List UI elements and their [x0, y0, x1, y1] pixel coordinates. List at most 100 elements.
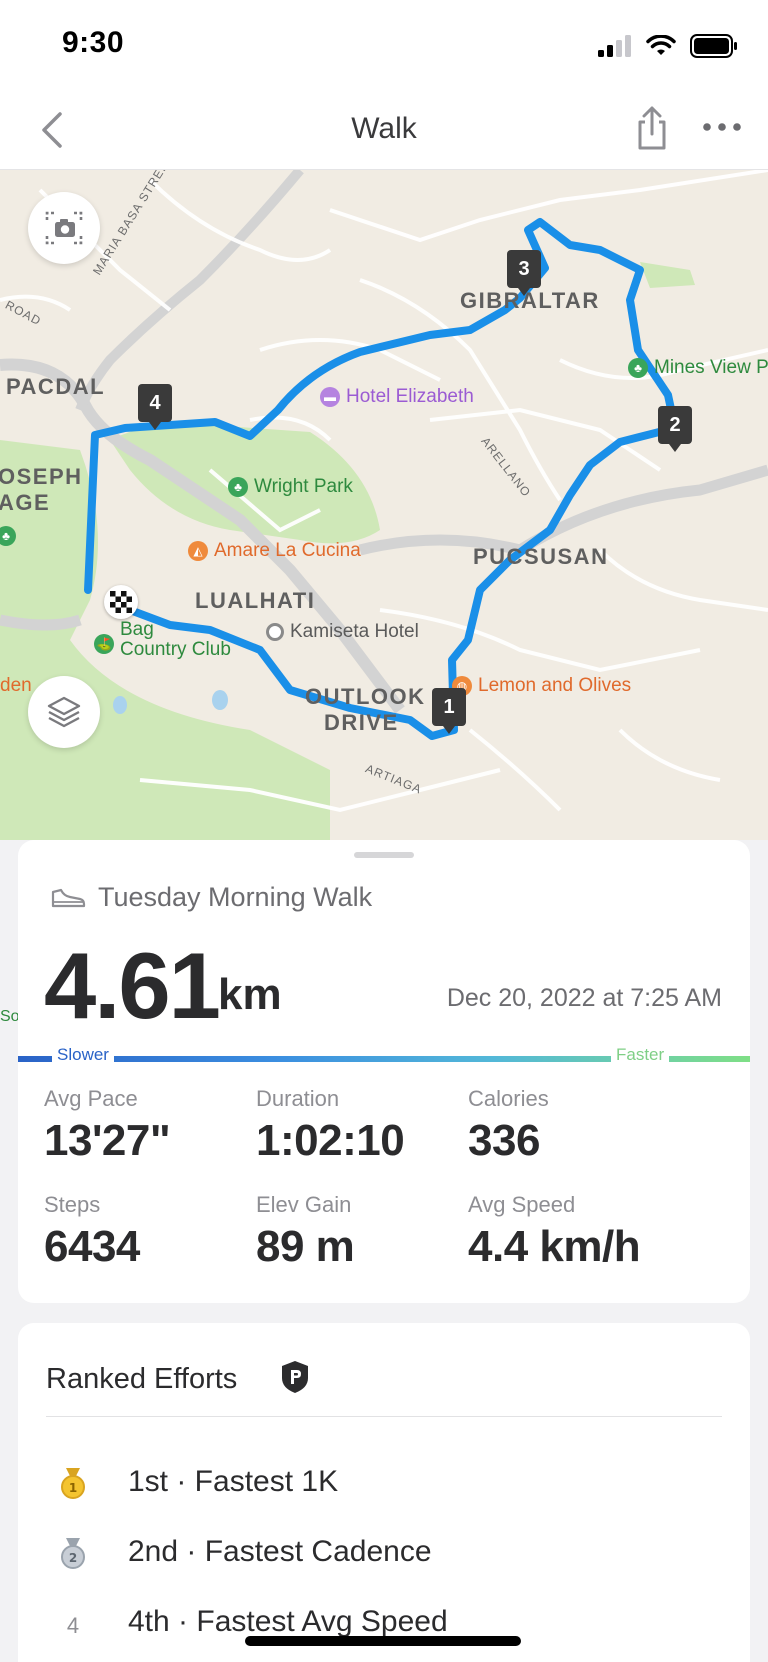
poi-partial-left: ♣	[0, 526, 16, 546]
ranked-efforts-card[interactable]: Ranked Efforts 1 1st · Fastest 1K 2 2nd …	[18, 1323, 750, 1662]
status-time: 9:30	[62, 26, 125, 59]
stat-label: Steps	[44, 1192, 101, 1217]
activity-header: Tuesday Morning Walk	[50, 882, 372, 913]
golf-icon: ⛳	[94, 634, 114, 654]
split-marker-3[interactable]: 3	[507, 250, 541, 296]
area-label-pucsusan: PUCSUSAN	[473, 544, 609, 569]
poi-baguio-country-club[interactable]: ⛳ Bag Country Club	[94, 620, 231, 660]
poi-label: Bag Country Club	[120, 619, 231, 660]
shoe-icon	[51, 888, 86, 907]
stat-calories: Calories 336	[468, 1086, 678, 1166]
map-layers-button[interactable]	[28, 676, 100, 748]
poi-partial-den: den	[0, 675, 32, 696]
poi-label: Lemon and Olives	[478, 675, 632, 696]
stat-label: Calories	[468, 1086, 549, 1111]
area-label-lualhati: LUALHATI	[195, 588, 316, 613]
poi-hotel-elizabeth[interactable]: ▬ Hotel Elizabeth	[320, 386, 474, 408]
poi-amare-la-cucina[interactable]: ◭ Amare La Cucina	[188, 540, 361, 562]
pond-2	[212, 690, 228, 710]
silver-medal-icon: 2	[56, 1537, 90, 1571]
effort-text: 4th · Fastest Avg Speed	[128, 1605, 448, 1638]
share-button[interactable]	[632, 104, 672, 152]
screenshot-button[interactable]	[28, 192, 100, 264]
poi-label: Hotel Elizabeth	[346, 386, 474, 407]
effort-row-2[interactable]: 2 2nd · Fastest Cadence	[18, 1521, 750, 1581]
pace-faster-label: Faster	[611, 1045, 670, 1065]
ranked-efforts-title: Ranked Efforts	[46, 1363, 238, 1395]
map-background	[0, 170, 768, 840]
pizza-icon: ◭	[188, 541, 208, 561]
svg-text:2: 2	[69, 1551, 77, 1565]
effort-row-1[interactable]: 1 1st · Fastest 1K	[18, 1451, 750, 1511]
cellular-signal-icon	[598, 35, 631, 57]
pond-1	[113, 696, 127, 714]
stat-value: 4.4 km/h	[468, 1222, 641, 1271]
wifi-icon	[646, 35, 676, 55]
stat-label: Avg Speed	[468, 1192, 576, 1217]
gold-medal-icon: 1	[56, 1467, 90, 1501]
poi-wright-park[interactable]: ♣ Wright Park	[228, 476, 353, 498]
more-options-button[interactable]	[700, 112, 744, 142]
battery-icon	[690, 34, 737, 58]
stat-steps: Steps 6434	[44, 1192, 254, 1272]
area-label-oseph: OSEPH	[0, 464, 83, 489]
activity-date: Dec 20, 2022 at 7:25 AM	[446, 984, 722, 1012]
split-marker-4[interactable]: 4	[138, 384, 172, 430]
drag-handle[interactable]	[354, 852, 414, 858]
finish-flag-icon	[104, 585, 138, 619]
personal-record-badge-icon	[282, 1361, 308, 1393]
status-icons	[598, 34, 738, 58]
divider	[46, 1416, 722, 1417]
stat-value: 336	[468, 1116, 540, 1165]
poi-kamiseta-hotel[interactable]: Kamiseta Hotel	[266, 621, 419, 643]
split-marker-2[interactable]: 2	[658, 406, 692, 452]
svg-text:1: 1	[69, 1481, 77, 1495]
hotel-icon: ▬	[320, 387, 340, 407]
stat-avg-speed: Avg Speed 4.4 km/h	[468, 1192, 738, 1272]
stat-duration: Duration 1:02:10	[256, 1086, 466, 1166]
location-pin-icon	[266, 623, 284, 641]
park-icon: ♣	[628, 358, 648, 378]
route-map[interactable]: GIBRALTAR PACDAL LUALHATI PUCSUSAN OUTLO…	[0, 170, 768, 840]
pace-legend-bar: Slower Faster	[18, 1045, 750, 1071]
poi-label: Mines View P	[654, 357, 768, 378]
poi-label: Kamiseta Hotel	[290, 621, 419, 642]
effort-text: 1st · Fastest 1K	[128, 1465, 339, 1498]
rank-number: 4	[66, 1613, 80, 1638]
distance-value: 4.61	[44, 933, 221, 1038]
stat-label: Elev Gain	[256, 1192, 352, 1217]
distance-unit: km	[218, 970, 282, 1019]
poi-label: Amare La Cucina	[214, 540, 361, 561]
stat-value: 89 m	[256, 1222, 355, 1271]
stat-avg-pace: Avg Pace 13'27"	[44, 1086, 254, 1166]
stat-value: 13'27"	[44, 1116, 171, 1165]
park-icon: ♣	[0, 526, 16, 546]
stat-label: Duration	[256, 1086, 340, 1111]
nav-bar: Walk	[0, 90, 768, 170]
split-marker-1[interactable]: 1	[432, 688, 466, 734]
stat-label: Avg Pace	[44, 1086, 138, 1111]
poi-lemon-and-olives[interactable]: ◍ Lemon and Olives	[452, 675, 631, 697]
area-label-pacdal: PACDAL	[6, 374, 106, 399]
poi-mines-view[interactable]: ♣ Mines View P	[628, 357, 768, 379]
area-label-age: AGE	[0, 490, 51, 515]
area-label-outlook: OUTLOOK	[305, 684, 426, 709]
ellipsis-icon	[703, 123, 741, 131]
stat-value: 6434	[44, 1222, 140, 1271]
activity-summary-card: Tuesday Morning Walk 4.61 km Dec 20, 202…	[18, 840, 750, 1303]
home-indicator[interactable]	[245, 1636, 521, 1646]
status-bar: 9:30	[0, 0, 768, 90]
activity-name: Tuesday Morning Walk	[98, 882, 373, 912]
layers-icon	[47, 696, 81, 728]
pace-slower-label: Slower	[52, 1045, 114, 1065]
share-icon	[638, 106, 666, 150]
area-label-drive: DRIVE	[324, 710, 399, 735]
stat-elev-gain: Elev Gain 89 m	[256, 1192, 466, 1272]
tree-icon: ♣	[228, 477, 248, 497]
effort-text: 2nd · Fastest Cadence	[128, 1535, 432, 1568]
poi-label: Wright Park	[254, 476, 353, 497]
camera-crop-icon	[45, 211, 83, 245]
road-major-2	[75, 170, 304, 412]
park-area-mines-view	[640, 262, 695, 288]
stat-value: 1:02:10	[256, 1116, 405, 1165]
